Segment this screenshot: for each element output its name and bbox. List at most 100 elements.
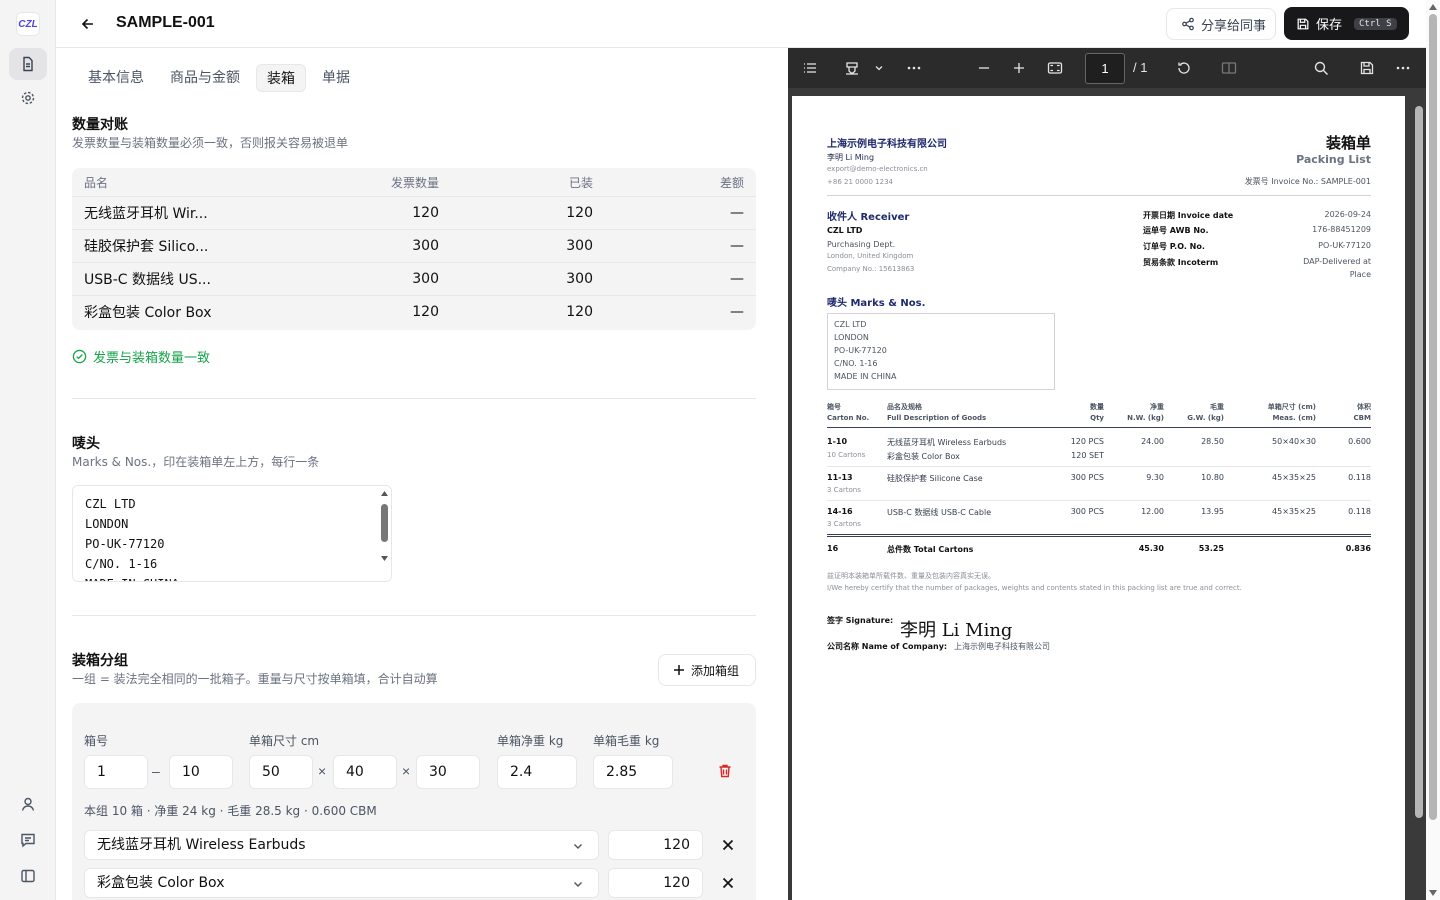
item-qty-input[interactable]: 120 <box>608 830 703 860</box>
rotate-button[interactable] <box>1174 58 1194 78</box>
carton-to-input[interactable]: 10 <box>169 755 233 789</box>
zoom-in-button[interactable] <box>1009 58 1029 78</box>
remove-item-button[interactable] <box>718 835 738 855</box>
pdf-row-rule <box>827 466 1371 467</box>
table-row: 彩盒包装 Color Box 120 120 — <box>72 295 756 328</box>
textarea-scrollbar[interactable] <box>380 490 389 562</box>
pdf-row-nw: 12.00 <box>1141 507 1164 516</box>
back-button[interactable] <box>76 12 100 36</box>
times-sign: × <box>318 763 327 779</box>
highlight-options-button[interactable] <box>869 58 889 78</box>
document-title: SAMPLE-001 <box>116 14 215 31</box>
sidebar-documents-button[interactable] <box>9 48 47 80</box>
pdf-save-button[interactable] <box>1357 58 1377 78</box>
gross-weight-input[interactable]: 2.85 <box>593 755 673 789</box>
app-logo[interactable]: CZL <box>16 12 40 36</box>
col-diff: 差额 <box>719 175 744 190</box>
highlight-button[interactable] <box>842 58 862 78</box>
pdf-row-qty: 300 PCS <box>1070 507 1104 516</box>
pdf-total-label: 总件数 Total Cartons <box>887 545 974 554</box>
share-icon <box>1182 17 1194 31</box>
tab-basic-info[interactable]: 基本信息 <box>78 64 154 92</box>
pdf-meta-value: Place <box>1349 270 1371 279</box>
app-sidebar: CZL <box>0 0 56 900</box>
marks-textarea[interactable]: CZL LTD LONDON PO-UK-77120 C/NO. 1-16 MA… <box>72 485 392 582</box>
net-weight-input[interactable]: 2.4 <box>497 755 577 789</box>
save-button[interactable]: 保存 Ctrl S <box>1284 7 1409 40</box>
tab-packing[interactable]: 装箱 <box>256 64 306 92</box>
pdf-company-value: 上海示例电子科技有限公司 <box>954 642 1050 651</box>
pdf-row-desc: 无线蓝牙耳机 Wireless Earbuds <box>887 438 1007 447</box>
page-number-input[interactable]: 1 <box>1085 53 1125 84</box>
pdf-total-cartons: 16 <box>827 544 839 553</box>
pdf-row-qty: 300 PCS <box>1070 473 1104 482</box>
window-scrollbar[interactable] <box>1426 0 1440 900</box>
share-label: 分享给同事 <box>1201 18 1267 34</box>
marks-line: C/NO. 1-16 <box>85 557 158 571</box>
pdf-marks-line: PO-UK-77120 <box>834 346 887 355</box>
item-qty-input[interactable]: 120 <box>608 868 703 898</box>
table-row: 硅胶保护套 Silico... 300 300 — <box>72 229 756 262</box>
fit-page-button[interactable] <box>1045 58 1065 78</box>
sidebar-collapse-button[interactable] <box>9 860 47 892</box>
width-input[interactable]: 40 <box>333 755 397 789</box>
pdf-col-qty-cn: 数量 <box>1090 403 1104 411</box>
sidebar-settings-button[interactable] <box>9 82 47 114</box>
chevron-down-icon <box>574 882 582 887</box>
share-button[interactable]: 分享给同事 <box>1166 8 1276 40</box>
times-sign: × <box>402 763 411 779</box>
row-invoice: 120 <box>412 205 439 221</box>
pdf-row-cartons: 10 Cartons <box>827 451 866 459</box>
pdf-meta-value: 176-88451209 <box>1312 225 1371 234</box>
pdf-total-gw: 53.25 <box>1198 544 1224 553</box>
trash-icon <box>719 764 731 778</box>
item-select[interactable]: 彩盒包装 Color Box <box>84 868 599 898</box>
more-tools-button[interactable] <box>904 58 924 78</box>
pdf-total-rule <box>827 536 1371 537</box>
arrow-left-icon <box>81 18 93 30</box>
add-group-button[interactable]: 添加箱组 <box>658 654 756 686</box>
qty-status-text: 发票与装箱数量一致 <box>93 351 211 366</box>
carton-no-label: 箱号 <box>84 734 109 748</box>
logo-text: CZL <box>18 18 38 30</box>
item-select[interactable]: 无线蓝牙耳机 Wireless Earbuds <box>84 830 599 860</box>
outline-button[interactable] <box>800 58 820 78</box>
range-dash: – <box>152 763 160 779</box>
pdf-row-gw: 28.50 <box>1201 437 1224 446</box>
fit-page-icon <box>1047 62 1063 74</box>
pdf-row-qty: 120 PCS <box>1070 437 1104 446</box>
pdf-row-desc: USB-C 数据线 USB-C Cable <box>887 508 992 517</box>
carton-from-input[interactable]: 1 <box>84 755 148 789</box>
delete-group-button[interactable] <box>717 763 733 784</box>
close-icon <box>722 877 734 889</box>
zoom-out-button[interactable] <box>974 58 994 78</box>
remove-item-button[interactable] <box>718 873 738 893</box>
more-horizontal-icon <box>907 66 921 70</box>
length-input[interactable]: 50 <box>249 755 313 789</box>
search-icon <box>1314 61 1328 75</box>
pdf-contact: 李明 Li Ming <box>827 153 875 162</box>
net-weight-label: 单箱净重 kg <box>497 734 564 748</box>
tab-goods-amount[interactable]: 商品与金额 <box>160 64 250 92</box>
pdf-search-button[interactable] <box>1311 58 1331 78</box>
pdf-row-meas: 45×35×25 <box>1272 473 1316 482</box>
pdf-marks-line: MADE IN CHINA <box>834 372 897 381</box>
chevron-down-icon <box>574 844 582 849</box>
sidebar-feedback-button[interactable] <box>9 824 47 856</box>
height-input[interactable]: 30 <box>416 755 480 789</box>
row-invoice: 300 <box>412 238 439 254</box>
pdf-signature-label: 签字 Signature: <box>827 616 894 625</box>
pdf-scrollbar[interactable] <box>1415 106 1423 818</box>
item-select-value: 无线蓝牙耳机 Wireless Earbuds <box>97 837 306 853</box>
two-page-button[interactable] <box>1219 58 1239 78</box>
pdf-col-desc-en: Full Description of Goods <box>887 414 987 422</box>
pdf-col-gw-cn: 毛重 <box>1210 403 1224 411</box>
row-name: 硅胶保护套 Silico... <box>84 239 209 255</box>
sidebar-user-button[interactable] <box>9 788 47 820</box>
pdf-menu-button[interactable] <box>1393 58 1413 78</box>
pdf-receiver-city: London, United Kingdom <box>827 252 914 260</box>
tab-documents[interactable]: 单据 <box>312 64 360 92</box>
pdf-row-carton: 1-10 <box>827 437 848 446</box>
table-row: 无线蓝牙耳机 Wir... 120 120 — <box>72 196 756 229</box>
qty-check-subtitle: 发票数量与装箱数量必须一致，否则报关容易被退单 <box>72 136 349 150</box>
